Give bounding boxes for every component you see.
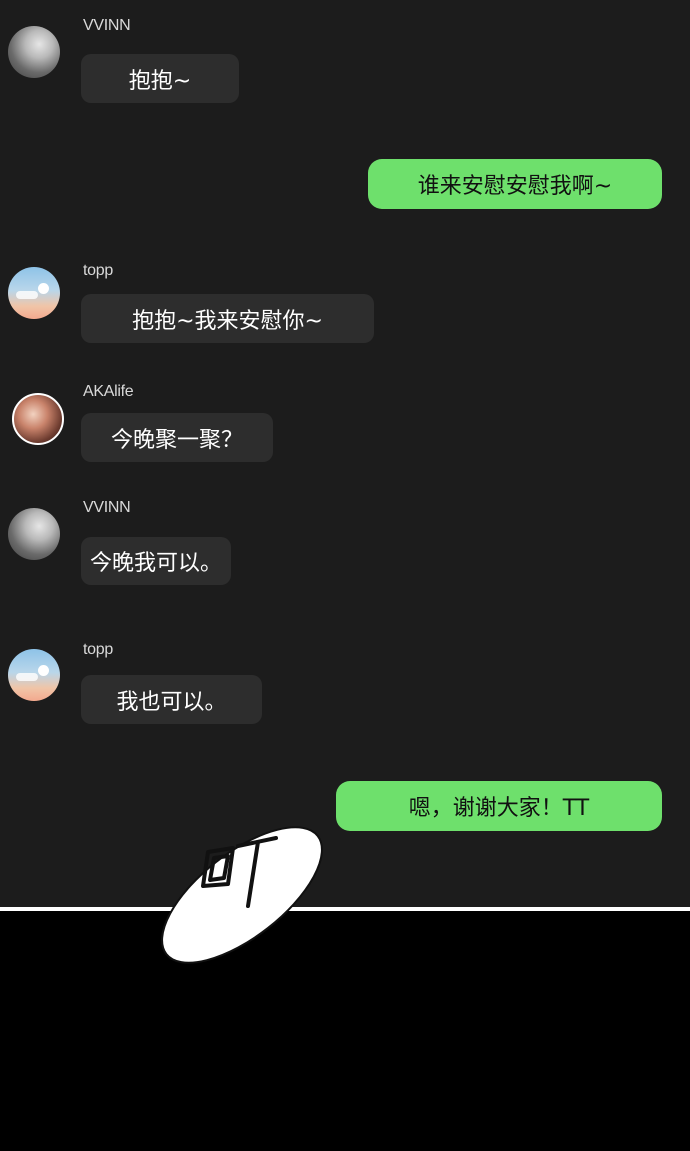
lower-panel — [0, 911, 690, 1151]
message-bubble[interactable]: 抱抱~我来安慰你~ — [81, 294, 374, 343]
sender-name: AKAlife — [83, 383, 134, 400]
message-text: 今晚聚一聚？ — [110, 427, 243, 453]
chat-area: VVINN 抱抱~ 谁来安慰安慰我啊~ topp 抱抱~我来安慰你~ AKAli… — [0, 0, 690, 907]
message-text: 嗯，谢谢大家！TT — [408, 796, 590, 821]
message-bubble[interactable]: 我也可以。 — [81, 675, 262, 724]
avatar-vvinn[interactable] — [8, 508, 60, 560]
cloud-icon — [16, 291, 38, 299]
message-bubble[interactable]: 抱抱~ — [81, 54, 239, 103]
message-bubble[interactable]: 今晚聚一聚？ — [81, 413, 273, 462]
message-bubble[interactable]: 今晚我可以。 — [81, 537, 231, 585]
sender-name: VVINN — [83, 17, 131, 34]
message-text: 我也可以。 — [116, 689, 227, 715]
my-message-bubble[interactable]: 嗯，谢谢大家！TT — [336, 781, 662, 831]
message-text: 谁来安慰安慰我啊~ — [417, 174, 613, 199]
avatar-topp[interactable] — [8, 267, 60, 319]
my-message-bubble[interactable]: 谁来安慰安慰我啊~ — [368, 159, 662, 209]
avatar-topp[interactable] — [8, 649, 60, 701]
sender-name: topp — [83, 641, 113, 658]
sender-name: topp — [83, 262, 113, 279]
message-text: 今晚我可以。 — [89, 551, 222, 576]
avatar-vvinn[interactable] — [8, 26, 60, 78]
sender-name: VVINN — [83, 499, 131, 516]
sun-icon — [38, 283, 49, 294]
ot-speech-balloon — [161, 826, 323, 964]
avatar-akalife[interactable] — [12, 393, 64, 445]
sun-icon — [38, 665, 49, 676]
message-text: 抱抱~我来安慰你~ — [132, 308, 323, 334]
cloud-icon — [16, 673, 38, 681]
message-text: 抱抱~ — [128, 68, 192, 94]
balloon-shape — [161, 826, 323, 964]
